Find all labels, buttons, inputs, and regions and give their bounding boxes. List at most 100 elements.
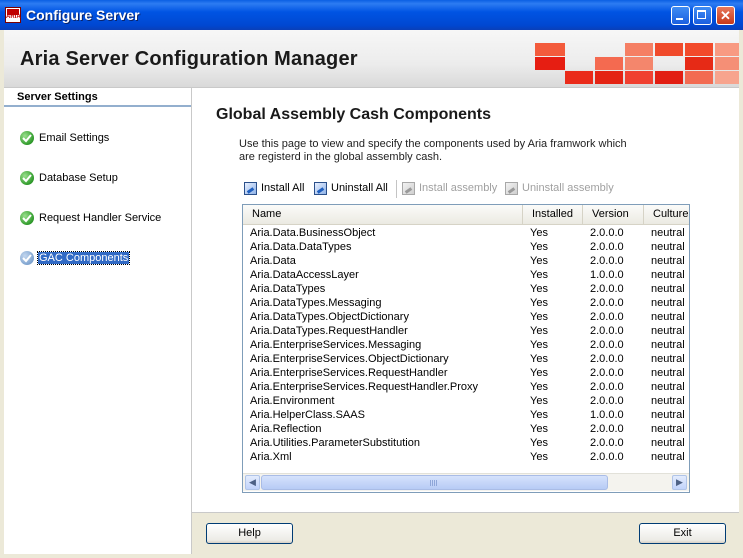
cell-installed: Yes bbox=[530, 367, 548, 379]
help-button[interactable]: Help bbox=[206, 523, 293, 544]
cell-installed: Yes bbox=[530, 423, 548, 435]
toolbar: Install All Uninstall All Install assemb… bbox=[241, 180, 641, 200]
cell-name: Aria.Utilities.ParameterSubstitution bbox=[250, 437, 420, 449]
close-button[interactable]: ✕ bbox=[716, 6, 735, 25]
cell-culture: neutral bbox=[651, 451, 685, 463]
scroll-left-button[interactable]: ◀ bbox=[245, 475, 260, 490]
table-row[interactable]: Aria.Data.DataTypes Yes 2.0.0.0 neutral bbox=[243, 240, 689, 254]
uninstall-assembly-icon bbox=[505, 182, 518, 195]
exit-button[interactable]: Exit bbox=[639, 523, 726, 544]
cell-name: Aria.EnterpriseServices.Messaging bbox=[250, 339, 422, 351]
page-description: Use this page to view and specify the co… bbox=[239, 138, 627, 163]
table-row[interactable]: Aria.EnterpriseServices.RequestHandler.P… bbox=[243, 380, 689, 394]
cell-name: Aria.DataTypes.RequestHandler bbox=[250, 325, 408, 337]
minimize-button[interactable] bbox=[671, 6, 690, 25]
cell-version: 2.0.0.0 bbox=[590, 451, 624, 463]
cell-installed: Yes bbox=[530, 353, 548, 365]
table-row[interactable]: Aria.DataTypes.Messaging Yes 2.0.0.0 neutra… bbox=[243, 296, 689, 310]
scroll-thumb[interactable] bbox=[261, 475, 608, 490]
table-row[interactable]: Aria.Environment Yes 2.0.0.0 neutral bbox=[243, 394, 689, 408]
cell-installed: Yes bbox=[530, 451, 548, 463]
cell-version: 1.0.0.0 bbox=[590, 269, 624, 281]
maximize-button[interactable] bbox=[693, 6, 712, 25]
cell-version: 2.0.0.0 bbox=[590, 227, 624, 239]
sidebar-item-database-setup[interactable]: Database Setup bbox=[20, 170, 185, 188]
window-title: Configure Server bbox=[26, 7, 140, 23]
cell-culture: neutral bbox=[651, 353, 685, 365]
cell-culture: neutral bbox=[651, 381, 685, 393]
table-row[interactable]: Aria.Data Yes 2.0.0.0 neutral bbox=[243, 254, 689, 268]
cell-culture: neutral bbox=[651, 325, 685, 337]
minimize-icon bbox=[676, 18, 683, 20]
cell-culture: neutral bbox=[651, 437, 685, 449]
title-bar[interactable]: ARIA Configure Server ✕ bbox=[0, 0, 743, 30]
table-row[interactable]: Aria.DataTypes.ObjectDictionary Yes 2.0.0.… bbox=[243, 310, 689, 324]
column-header-name[interactable]: Name bbox=[243, 205, 523, 224]
cell-version: 2.0.0.0 bbox=[590, 423, 624, 435]
check-icon bbox=[20, 131, 34, 145]
table-row[interactable]: Aria.EnterpriseServices.RequestHandler Ye… bbox=[243, 366, 689, 380]
settings-sidebar: Server Settings Email Settings Database … bbox=[4, 88, 192, 554]
cell-name: Aria.DataTypes.ObjectDictionary bbox=[250, 311, 409, 323]
table-row[interactable]: Aria.EnterpriseServices.Messaging Yes 2.0.… bbox=[243, 338, 689, 352]
table-row[interactable]: Aria.Data.BusinessObject Yes 2.0.0.0 neutra… bbox=[243, 226, 689, 240]
cell-culture: neutral bbox=[651, 255, 685, 267]
cell-version: 2.0.0.0 bbox=[590, 297, 624, 309]
sidebar-item-label: Email Settings bbox=[39, 132, 110, 144]
grip-icon bbox=[430, 480, 438, 486]
cell-name: Aria.Data.BusinessObject bbox=[250, 227, 376, 239]
cell-installed: Yes bbox=[530, 311, 548, 323]
cell-installed: Yes bbox=[530, 255, 548, 267]
check-icon bbox=[20, 171, 34, 185]
cell-name: Aria.Data bbox=[250, 255, 296, 267]
app-icon[interactable]: ARIA bbox=[5, 7, 21, 23]
horizontal-scrollbar[interactable]: ◀ ▶ bbox=[243, 473, 689, 491]
table-row[interactable]: Aria.Reflection Yes 2.0.0.0 neutral bbox=[243, 422, 689, 436]
table-row[interactable]: Aria.HelperClass.SAAS Yes 1.0.0.0 neutral bbox=[243, 408, 689, 422]
cell-name: Aria.EnterpriseServices.RequestHandler bbox=[250, 367, 448, 379]
configure-server-window: ARIA Configure Server ✕ Aria Server Conf… bbox=[0, 0, 743, 558]
cell-installed: Yes bbox=[530, 241, 548, 253]
cell-version: 2.0.0.0 bbox=[590, 437, 624, 449]
table-row[interactable]: Aria.Xml Yes 2.0.0.0 neutral bbox=[243, 450, 689, 464]
table-row[interactable]: Aria.Utilities.ParameterSubstitution Yes 2… bbox=[243, 436, 689, 450]
cell-version: 2.0.0.0 bbox=[590, 325, 624, 337]
cell-name: Aria.DataAccessLayer bbox=[250, 269, 359, 281]
sidebar-item-gac-components[interactable]: GAC Components bbox=[20, 250, 185, 268]
cell-culture: neutral bbox=[651, 297, 685, 309]
list-body: Aria.Data.BusinessObject Yes 2.0.0.0 neutra… bbox=[243, 226, 689, 472]
cell-version: 2.0.0.0 bbox=[590, 339, 624, 351]
scroll-right-button[interactable]: ▶ bbox=[672, 475, 687, 490]
toolbar-separator bbox=[396, 180, 397, 198]
cell-name: Aria.DataTypes.Messaging bbox=[250, 297, 382, 309]
sidebar-item-label: GAC Components bbox=[36, 251, 131, 265]
sidebar-item-request-handler-service[interactable]: Request Handler Service bbox=[20, 210, 185, 228]
close-icon: ✕ bbox=[720, 8, 731, 23]
table-row[interactable]: Aria.DataTypes.RequestHandler Yes 2.0.0.0 n… bbox=[243, 324, 689, 338]
gac-components-list[interactable]: Name Installed Version Culture Aria.Data… bbox=[242, 204, 690, 493]
cell-version: 2.0.0.0 bbox=[590, 255, 624, 267]
install-icon bbox=[244, 182, 257, 195]
cell-culture: neutral bbox=[651, 227, 685, 239]
cell-name: Aria.DataTypes bbox=[250, 283, 326, 295]
cell-version: 2.0.0.0 bbox=[590, 381, 624, 393]
page-title: Global Assembly Cash Components bbox=[216, 106, 492, 123]
sidebar-item-email-settings[interactable]: Email Settings bbox=[20, 130, 185, 148]
cell-installed: Yes bbox=[530, 339, 548, 351]
cell-version: 2.0.0.0 bbox=[590, 353, 624, 365]
column-header-installed[interactable]: Installed bbox=[523, 205, 583, 224]
cell-version: 1.0.0.0 bbox=[590, 409, 624, 421]
cell-name: Aria.Data.DataTypes bbox=[250, 241, 352, 253]
column-header-culture[interactable]: Culture bbox=[644, 205, 689, 224]
table-row[interactable]: Aria.EnterpriseServices.ObjectDictionary… bbox=[243, 352, 689, 366]
cell-installed: Yes bbox=[530, 437, 548, 449]
install-assembly-icon bbox=[402, 182, 415, 195]
cell-installed: Yes bbox=[530, 395, 548, 407]
column-header-version[interactable]: Version bbox=[583, 205, 644, 224]
cell-culture: neutral bbox=[651, 395, 685, 407]
table-row[interactable]: Aria.DataTypes Yes 2.0.0.0 neutral bbox=[243, 282, 689, 296]
footer-bar: Help Exit bbox=[192, 512, 739, 555]
maximize-icon bbox=[697, 10, 706, 19]
table-row[interactable]: Aria.DataAccessLayer Yes 1.0.0.0 neutral bbox=[243, 268, 689, 282]
cell-installed: Yes bbox=[530, 381, 548, 393]
